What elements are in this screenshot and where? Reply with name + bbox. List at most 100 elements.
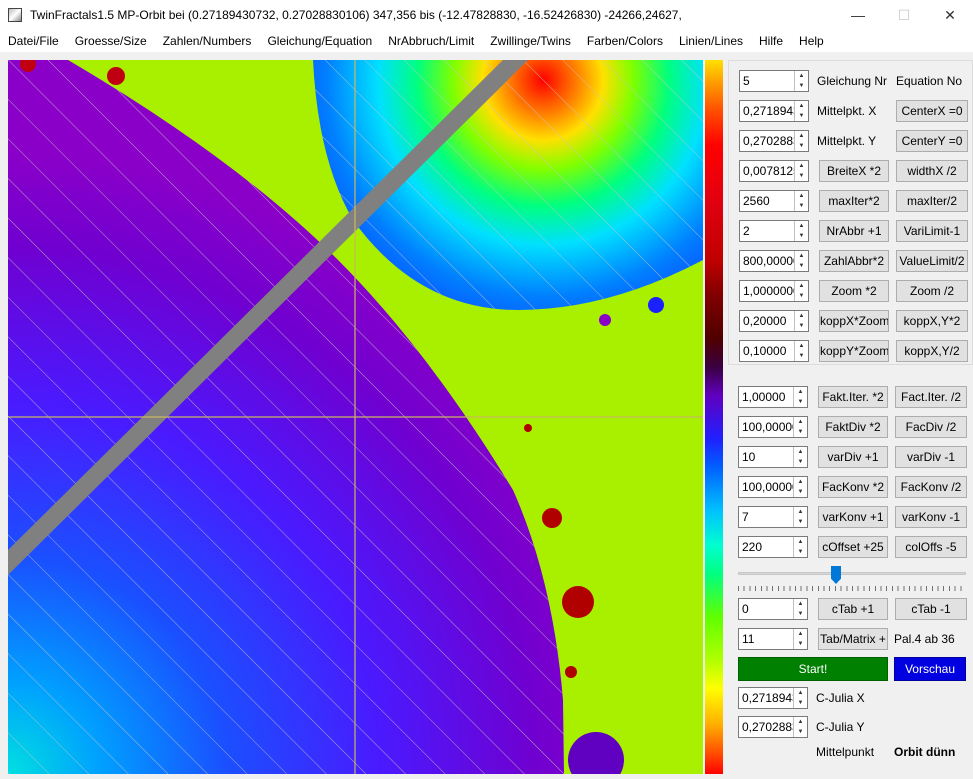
spin-down-icon[interactable]: ▼ bbox=[795, 261, 808, 271]
fac-konv-spinbox[interactable]: 100,00000 ▲▼ bbox=[738, 476, 808, 498]
var-konv-minus-button[interactable]: varKonv -1 bbox=[895, 506, 967, 528]
spin-up-icon[interactable]: ▲ bbox=[795, 161, 808, 171]
spin-down-icon[interactable]: ▼ bbox=[794, 609, 807, 619]
spin-down-icon[interactable]: ▼ bbox=[795, 321, 808, 331]
menu-lines[interactable]: Linien/Lines bbox=[671, 34, 751, 48]
spin-up-icon[interactable]: ▲ bbox=[794, 537, 807, 547]
nr-abbr-spinbox[interactable]: 2 ▲ ▼ bbox=[739, 220, 809, 242]
spin-up-icon[interactable]: ▲ bbox=[794, 507, 807, 517]
spin-up-icon[interactable]: ▲ bbox=[794, 717, 807, 727]
spin-down-icon[interactable]: ▼ bbox=[795, 171, 808, 181]
spin-up-icon[interactable]: ▲ bbox=[794, 387, 807, 397]
menu-equation[interactable]: Gleichung/Equation bbox=[259, 34, 380, 48]
c-offset-spinbox[interactable]: 220 ▲ ▼ bbox=[738, 536, 808, 558]
spin-up-icon[interactable]: ▲ bbox=[794, 447, 807, 457]
menu-colors[interactable]: Farben/Colors bbox=[579, 34, 671, 48]
c-offset-plus-button[interactable]: cOffset +25 bbox=[818, 536, 888, 558]
zahl-abbr-double-button[interactable]: ZahlAbbr*2 bbox=[819, 250, 889, 272]
center-y-reset-button[interactable]: CenterY =0 bbox=[896, 130, 968, 152]
spin-down-icon[interactable]: ▼ bbox=[794, 427, 807, 437]
spin-down-icon[interactable]: ▼ bbox=[794, 397, 807, 407]
maximize-button[interactable]: ☐ bbox=[881, 0, 927, 30]
tab-matrix-plus-button[interactable]: Tab/Matrix + bbox=[818, 628, 888, 650]
spin-down-icon[interactable]: ▼ bbox=[795, 231, 808, 241]
spin-up-icon[interactable]: ▲ bbox=[794, 599, 807, 609]
spin-down-icon[interactable]: ▼ bbox=[795, 201, 808, 211]
spin-down-icon[interactable]: ▼ bbox=[795, 111, 808, 121]
center-x-spinbox[interactable]: 0,2718943 ▲▼ bbox=[739, 100, 809, 122]
c-tab-spinbox[interactable]: 0 ▲ ▼ bbox=[738, 598, 808, 620]
spin-down-icon[interactable]: ▼ bbox=[794, 639, 807, 649]
nr-abbr-plus-button[interactable]: NrAbbr +1 bbox=[819, 220, 889, 242]
spin-down-icon[interactable]: ▼ bbox=[795, 351, 808, 361]
spin-up-icon[interactable]: ▲ bbox=[795, 281, 808, 291]
spin-up-icon[interactable]: ▲ bbox=[794, 417, 807, 427]
kopp-xy-double-button[interactable]: koppX,Y*2 bbox=[896, 310, 968, 332]
var-konv-plus-button[interactable]: varKonv +1 bbox=[818, 506, 888, 528]
menu-file[interactable]: Datei/File bbox=[0, 34, 67, 48]
menu-numbers[interactable]: Zahlen/Numbers bbox=[155, 34, 260, 48]
zoom-half-button[interactable]: Zoom /2 bbox=[896, 280, 968, 302]
spin-down-icon[interactable]: ▼ bbox=[795, 291, 808, 301]
kopp-x-zoom-button[interactable]: koppX*Zoom bbox=[819, 310, 889, 332]
zahl-abbr-spinbox[interactable]: 800,00000 ▲▼ bbox=[739, 250, 809, 272]
spin-up-icon[interactable]: ▲ bbox=[794, 477, 807, 487]
julia-y-spinbox[interactable]: 0,2702883 ▲▼ bbox=[738, 716, 808, 738]
app-icon[interactable] bbox=[8, 8, 22, 22]
var-div-plus-button[interactable]: varDiv +1 bbox=[818, 446, 888, 468]
fakt-div-spinbox[interactable]: 100,00000 ▲▼ bbox=[738, 416, 808, 438]
spin-down-icon[interactable]: ▼ bbox=[794, 698, 807, 708]
spin-down-icon[interactable]: ▼ bbox=[795, 141, 808, 151]
spin-up-icon[interactable]: ▲ bbox=[795, 251, 808, 261]
fakt-iter-double-button[interactable]: Fakt.Iter. *2 bbox=[818, 386, 888, 408]
var-div-spinbox[interactable]: 10 ▲ ▼ bbox=[738, 446, 808, 468]
spin-down-icon[interactable]: ▼ bbox=[795, 81, 808, 91]
spin-up-icon[interactable]: ▲ bbox=[795, 341, 808, 351]
spin-down-icon[interactable]: ▼ bbox=[794, 727, 807, 737]
var-div-minus-button[interactable]: varDiv -1 bbox=[895, 446, 967, 468]
spin-up-icon[interactable]: ▲ bbox=[795, 131, 808, 141]
spin-down-icon[interactable]: ▼ bbox=[794, 547, 807, 557]
kopp-x-spinbox[interactable]: 0,20000 ▲ ▼ bbox=[739, 310, 809, 332]
width-double-button[interactable]: BreiteX *2 bbox=[819, 160, 889, 182]
fact-iter-half-button[interactable]: Fact.Iter. /2 bbox=[895, 386, 967, 408]
var-konv-spinbox[interactable]: 7 ▲ ▼ bbox=[738, 506, 808, 528]
minimize-button[interactable]: — bbox=[835, 0, 881, 30]
kopp-y-zoom-button[interactable]: koppY*Zoom bbox=[819, 340, 889, 362]
color-offset-slider[interactable] bbox=[738, 566, 966, 592]
equation-spinbox[interactable]: 5 ▲ ▼ bbox=[739, 70, 809, 92]
menu-help[interactable]: Help bbox=[791, 34, 832, 48]
spin-down-icon[interactable]: ▼ bbox=[794, 457, 807, 467]
value-limit-half-button[interactable]: ValueLimit/2 bbox=[896, 250, 968, 272]
zoom-spinbox[interactable]: 1,0000000 ▲▼ bbox=[739, 280, 809, 302]
center-x-reset-button[interactable]: CenterX =0 bbox=[896, 100, 968, 122]
julia-x-spinbox[interactable]: 0,2718943 ▲▼ bbox=[738, 687, 808, 709]
menu-twins[interactable]: Zwillinge/Twins bbox=[482, 34, 579, 48]
spin-down-icon[interactable]: ▼ bbox=[794, 487, 807, 497]
max-iter-spinbox[interactable]: 2560 ▲ ▼ bbox=[739, 190, 809, 212]
menu-size[interactable]: Groesse/Size bbox=[67, 34, 155, 48]
spin-up-icon[interactable]: ▲ bbox=[795, 101, 808, 111]
preview-button[interactable]: Vorschau bbox=[894, 657, 966, 681]
slider-thumb[interactable] bbox=[831, 566, 841, 584]
spin-up-icon[interactable]: ▲ bbox=[794, 629, 807, 639]
spin-up-icon[interactable]: ▲ bbox=[795, 311, 808, 321]
menu-hilfe[interactable]: Hilfe bbox=[751, 34, 791, 48]
spin-up-icon[interactable]: ▲ bbox=[794, 688, 807, 698]
fakt-div-double-button[interactable]: FaktDiv *2 bbox=[818, 416, 888, 438]
spin-up-icon[interactable]: ▲ bbox=[795, 221, 808, 231]
max-iter-double-button[interactable]: maxIter*2 bbox=[819, 190, 889, 212]
tab-matrix-spinbox[interactable]: 11 ▲ ▼ bbox=[738, 628, 808, 650]
kopp-y-spinbox[interactable]: 0,10000 ▲ ▼ bbox=[739, 340, 809, 362]
kopp-xy-half-button[interactable]: koppX,Y/2 bbox=[896, 340, 968, 362]
max-iter-half-button[interactable]: maxIter/2 bbox=[896, 190, 968, 212]
width-spinbox[interactable]: 0,0078125 ▲▼ bbox=[739, 160, 809, 182]
c-tab-minus-button[interactable]: cTab -1 bbox=[895, 598, 967, 620]
spin-up-icon[interactable]: ▲ bbox=[795, 71, 808, 81]
fac-konv-half-button[interactable]: FacKonv /2 bbox=[895, 476, 967, 498]
c-tab-plus-button[interactable]: cTab +1 bbox=[818, 598, 888, 620]
zoom-double-button[interactable]: Zoom *2 bbox=[819, 280, 889, 302]
col-offs-minus-button[interactable]: colOffs -5 bbox=[895, 536, 967, 558]
menu-limit[interactable]: NrAbbruch/Limit bbox=[380, 34, 482, 48]
width-half-button[interactable]: widthX /2 bbox=[896, 160, 968, 182]
